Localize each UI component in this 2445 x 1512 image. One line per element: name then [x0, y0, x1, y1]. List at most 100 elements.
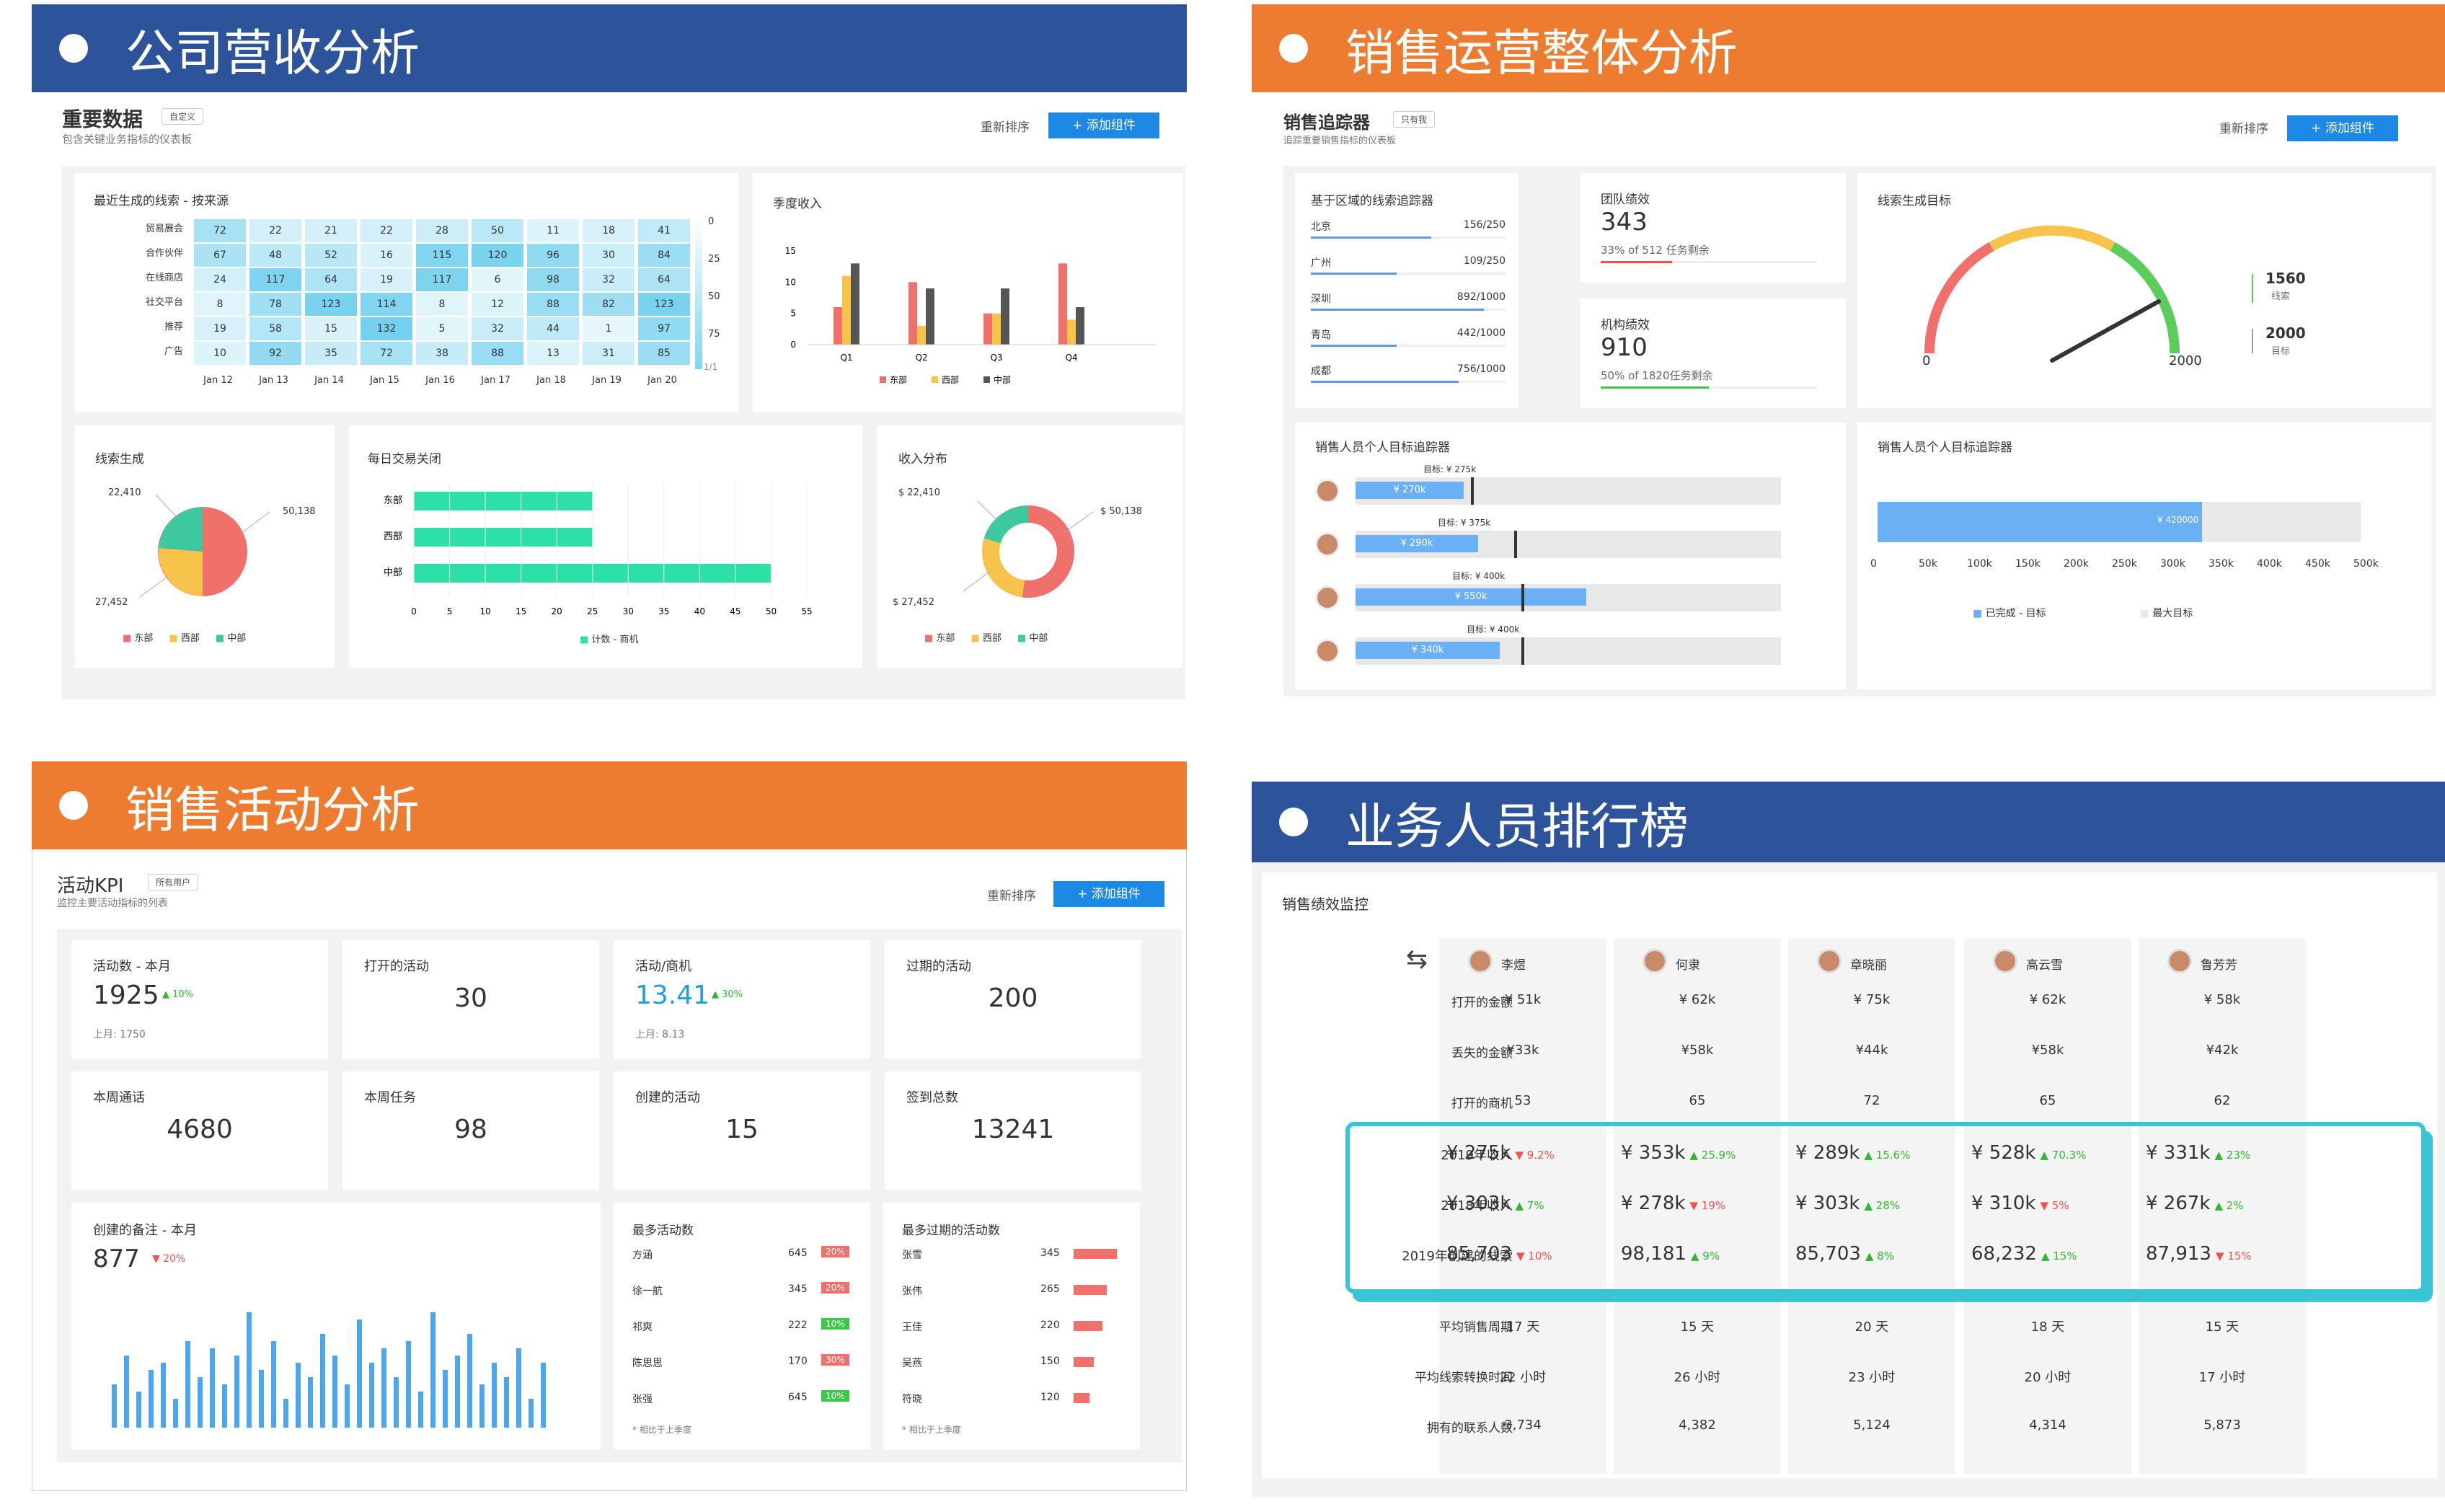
trend-down-icon: ▼ 9.2% [1515, 1149, 1555, 1162]
legend-swatch [880, 376, 886, 383]
reorder-button[interactable]: 重新排序 [981, 117, 1030, 135]
cell-value: 4,314 [2029, 1418, 2066, 1433]
card-title: 基于区域的线索追踪器 [1311, 194, 1433, 208]
x-tick: 150k [2015, 558, 2041, 570]
heatmap-cell: 117 [249, 268, 301, 291]
x-tick: 250k [2112, 558, 2137, 570]
x-tick: 15 [516, 606, 526, 616]
heatmap-cell: 13 [527, 342, 579, 365]
list-badge: 20% [821, 1282, 849, 1294]
cell-value: ¥33k [1506, 1043, 1539, 1058]
pie-legend: ■ 东部 ■ 西部 ■ 中部 [123, 633, 247, 644]
dashboard-title: 销售追踪器 [1283, 112, 1370, 133]
goal-marker [1514, 531, 1517, 558]
heatmap-cell: 85 [638, 342, 690, 365]
filter-tag[interactable]: 自定义 [162, 108, 204, 125]
kpi-card: 本周通话 4680 [71, 1071, 328, 1190]
dashboard-subtitle: 追踪重要销售指标的仪表板 [1283, 136, 1397, 146]
footnote: * 相比于上季度 [632, 1425, 691, 1435]
cell-value: ¥ 58k [2203, 992, 2241, 1007]
heatmap-cell: 8 [416, 293, 468, 316]
banner-ops: 销售运营整体分析 [1252, 4, 2445, 92]
region-name: 广州 [1311, 257, 1331, 269]
heatmap-cell: 115 [416, 244, 468, 267]
gauge-value: 1560 [2265, 270, 2306, 287]
cell-amount: 85,703 [1795, 1243, 1861, 1265]
gauge-min: 0 [1922, 353, 1931, 368]
y-tick: 中部 [384, 567, 402, 578]
activity-dashboard: 活动KPI 所有用户 监控主要活动指标的列表 重新排序 + 添加组件 活动数 -… [32, 849, 1187, 1491]
target-legend: ■ 已完成 - 目标 ■ 最大目标 [1973, 608, 2193, 619]
bar [851, 263, 859, 345]
list-name: 吴燕 [902, 1358, 922, 1369]
kpi-value: 98 [454, 1115, 487, 1144]
heatmap-col-label: Jan 18 [536, 375, 566, 386]
kpi-title: 打开的活动 [364, 959, 429, 974]
banner-title: 业务人员排行榜 [1345, 798, 1689, 856]
filter-tag[interactable]: 只有我 [1393, 111, 1436, 128]
x-tick: 45 [730, 606, 740, 616]
heatmap-cell: 38 [416, 342, 468, 365]
heatmap-col-label: Jan 20 [647, 375, 677, 386]
goal-marker [1521, 637, 1524, 665]
region-progress [1311, 345, 1506, 347]
add-widget-button[interactable]: + 添加组件 [1048, 112, 1159, 138]
kpi-value: 1925 [93, 981, 159, 1010]
heatmap-cell: 22 [361, 219, 412, 242]
trend-up-icon: ▲ 9% [1690, 1250, 1720, 1263]
heatmap-cell: 44 [527, 317, 579, 340]
reorder-button[interactable]: 重新排序 [2219, 118, 2268, 136]
kpi-delta: ▲ 30% [712, 989, 743, 1000]
heatmap-cell: 21 [305, 219, 357, 242]
bar [414, 492, 593, 510]
kpi-value: 15 [725, 1115, 759, 1144]
list-value: 220 [1040, 1319, 1060, 1331]
goal-label: 目标: ¥ 375k [1438, 518, 1491, 528]
bar [529, 1399, 534, 1428]
leads-card: 线索生成 22,410 50,138 27,452 ■ 东部 ■ 西部 ■ 中部 [75, 425, 335, 668]
heatmap-col-label: Jan 15 [370, 375, 399, 386]
bar [983, 313, 992, 345]
heatmap-cell: 52 [305, 244, 357, 267]
overdue-card: 最多过期的活动数 张雪 345 张伟 265 王佳 220 吴燕 150 符晓 120 * 相比于… [883, 1203, 1140, 1449]
trend-down-icon: ▼ 5% [2040, 1199, 2069, 1212]
bullet-icon [59, 791, 88, 820]
trend-up-icon: ▲ 25.9% [1689, 1149, 1736, 1162]
heatmap-row: 19 58 15 132 5 32 44 1 97 [194, 317, 690, 340]
heatmap-cell: 5 [416, 317, 468, 340]
quarter-card: 季度收入 15 10 5 0 Q1 Q2 Q3 Q4 东部 西部 中部 [753, 173, 1182, 412]
cell-amount: 68,232 [1971, 1243, 2037, 1265]
goal-label: 目标: ¥ 400k [1452, 571, 1506, 581]
goal-fill: ¥ 270k [1356, 482, 1464, 499]
bar [112, 1384, 117, 1428]
heatmap-col-label: Jan 17 [481, 375, 510, 386]
legend-label: 中部 [994, 374, 1011, 385]
heatmap-cell: 19 [194, 317, 246, 340]
cell-amount: 87,913 [2146, 1243, 2211, 1265]
heatmap-col-label: Jan 12 [203, 375, 233, 386]
list-name: 方涵 [632, 1250, 653, 1261]
x-tick: 200k [2064, 558, 2089, 570]
region-progress [1311, 309, 1506, 311]
list-value: 645 [788, 1392, 808, 1403]
bar [467, 1334, 472, 1428]
legend-swatch [983, 376, 990, 383]
x-tick: 350k [2209, 558, 2234, 570]
heatmap-cell: 32 [472, 317, 523, 340]
card-title: 销售人员个人目标追踪器 [1878, 441, 2012, 455]
bar [296, 1363, 301, 1428]
heatmap-cell: 123 [638, 293, 690, 316]
donut-label: $ 27,452 [893, 597, 934, 608]
cell-value: 20 天 [1854, 1319, 1889, 1335]
list-value: 265 [1040, 1283, 1060, 1295]
pager[interactable]: 1/1 [704, 362, 717, 372]
x-tick: Q2 [915, 353, 927, 363]
cell-amount: ¥ 303k [1446, 1193, 1511, 1214]
cell-amount: ¥ 289k [1795, 1142, 1860, 1164]
list-name: 张强 [632, 1394, 653, 1405]
trend-up-icon: ▲ 8% [1865, 1250, 1895, 1263]
heatmap-cell: 50 [472, 219, 523, 242]
trend-down-icon: ▼ 10% [1516, 1250, 1552, 1263]
heatmap-row: 10 92 35 72 38 88 13 31 85 [194, 342, 690, 365]
add-widget-button[interactable]: + 添加组件 [2287, 115, 2398, 141]
